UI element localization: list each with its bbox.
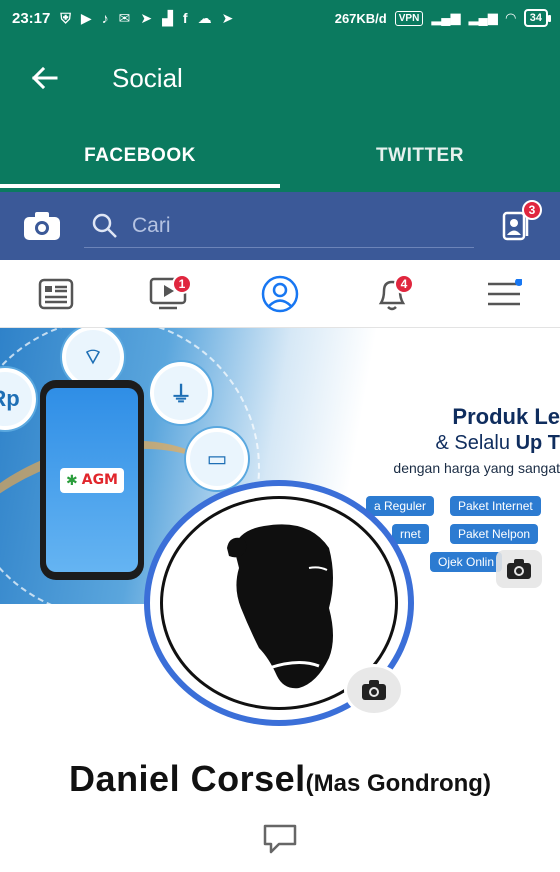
- cover-headline: Produk Le: [452, 404, 560, 429]
- status-bar: 23:17 ⛨ ▶ ♪ ✉ ➤ ▟ f ☁ ➤ 267KB/d VPN ▂▄▆ …: [0, 0, 560, 36]
- battery-icon: 34: [523, 9, 552, 27]
- nav-notifications[interactable]: 4: [336, 260, 448, 327]
- signal-icon: ▂▄▆: [431, 10, 461, 25]
- app-icon: ▟: [162, 9, 173, 26]
- profile-name: Daniel Corsel(Mas Gondrong): [0, 758, 560, 800]
- search-placeholder: Cari: [132, 213, 171, 237]
- notification-icons: ⛨ ▶ ♪ ✉ ➤ ▟ f ☁ ➤: [60, 10, 233, 27]
- cloud-icon: ☁: [197, 9, 212, 26]
- profile-nickname: (Mas Gondrong): [305, 770, 491, 797]
- search-input[interactable]: Cari: [84, 204, 474, 248]
- tiktok-icon: ♪: [101, 10, 109, 26]
- notifications-badge: 4: [394, 274, 414, 294]
- profile-full-name: Daniel Corsel: [69, 758, 306, 799]
- telegram-icon: ➤: [221, 9, 234, 26]
- cover-pill: Ojek Onlin: [430, 552, 503, 572]
- bearded-man-silhouette: [227, 524, 333, 689]
- atom-icon: ✱: [66, 471, 78, 488]
- cover-pill: Paket Internet: [450, 496, 541, 516]
- card-icon: ▭: [186, 428, 248, 490]
- app-bar: Social: [0, 36, 560, 120]
- page-title: Social: [112, 62, 183, 93]
- edit-cover-button[interactable]: [496, 550, 542, 588]
- search-icon: [92, 213, 117, 238]
- tab-facebook[interactable]: FACEBOOK: [0, 120, 280, 192]
- signal-icon: ▂▄▆: [468, 10, 498, 25]
- network-speed: 267KB/d: [334, 10, 387, 26]
- facebook-icon: f: [182, 10, 188, 26]
- camera-icon: [24, 212, 60, 240]
- wifi-icon: ◠: [505, 10, 516, 25]
- tab-twitter[interactable]: TWITTER: [280, 120, 560, 192]
- status-time: 23:17: [12, 9, 51, 27]
- facebook-nav: 1 4: [0, 260, 560, 328]
- wifi-icon: ⌔: [62, 328, 124, 388]
- arrow-left-icon: [31, 66, 58, 90]
- nav-news-feed[interactable]: [0, 260, 112, 327]
- telegram-icon: ➤: [140, 9, 153, 26]
- phone-screen: ✱ AGM: [46, 388, 138, 572]
- screen: 23:17 ⛨ ▶ ♪ ✉ ➤ ▟ f ☁ ➤ 267KB/d VPN ▂▄▆ …: [0, 0, 560, 872]
- cover-tagline: dengan harga yang sangat: [393, 460, 560, 476]
- camera-icon: [507, 559, 531, 579]
- menu-icon: [488, 278, 522, 305]
- agm-logo: ✱ AGM: [60, 467, 124, 493]
- system-indicators: 267KB/d VPN ▂▄▆ ▂▄▆ ◠ 34: [334, 9, 552, 27]
- cover-pill: rnet: [392, 524, 429, 544]
- watch-badge: 1: [172, 274, 192, 294]
- speech-bubble-icon[interactable]: [261, 820, 299, 858]
- vpn-badge: VPN: [394, 10, 424, 26]
- messenger-badge: 3: [522, 200, 542, 220]
- news-feed-icon: [38, 278, 74, 309]
- camera-icon: [362, 680, 386, 700]
- plug-icon: ⏚: [150, 362, 212, 424]
- profile-icon: [261, 275, 299, 312]
- nav-menu[interactable]: [448, 260, 560, 327]
- tab-bar: FACEBOOK TWITTER: [0, 120, 560, 192]
- facebook-top-bar: Cari 3: [0, 192, 560, 260]
- cover-subheadline: & Selalu Up T: [435, 432, 560, 454]
- messenger-button[interactable]: 3: [474, 200, 560, 242]
- camera-button[interactable]: [0, 211, 84, 241]
- edit-profile-picture-button[interactable]: [344, 664, 404, 716]
- cover-pill: Paket Nelpon: [450, 524, 539, 544]
- play-icon: ▶: [80, 9, 92, 26]
- cover-pill: a Reguler: [366, 496, 435, 516]
- phone-illustration: ✱ AGM: [40, 380, 144, 580]
- mail-icon: ✉: [118, 9, 131, 26]
- shield-icon: ⛨: [60, 9, 71, 26]
- back-button[interactable]: [0, 36, 88, 120]
- nav-profile[interactable]: [224, 260, 336, 327]
- nav-watch[interactable]: 1: [112, 260, 224, 327]
